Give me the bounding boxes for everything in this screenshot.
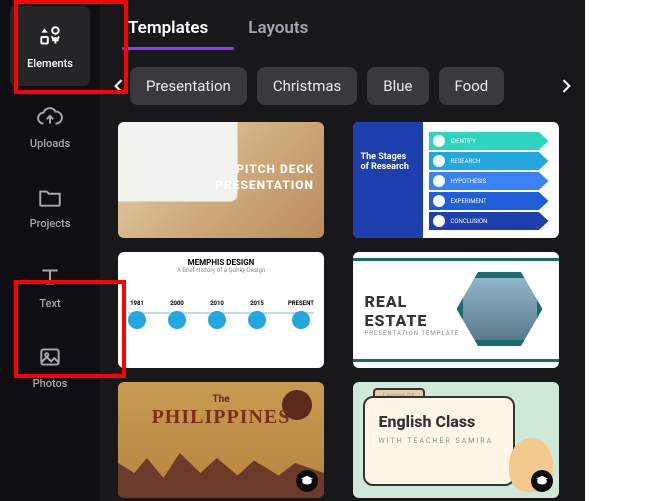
template-philippines[interactable]: The PHILIPPINES [118,382,324,498]
template-sub: WITH TEACHER SAMIRA [379,437,513,445]
graduation-cap-icon [300,474,314,488]
template-english-class[interactable]: Lesson 01 English Class WITH TEACHER SAM… [353,382,559,498]
text-icon [36,263,64,291]
canvas-area[interactable] [585,0,653,501]
template-research-stages[interactable]: The Stages of Research IDENTIFY RESEARCH… [353,122,559,238]
sidebar-item-label: Uploads [30,137,70,150]
chip-christmas[interactable]: Christmas [257,67,357,105]
template-title: PHILIPPINES [118,406,324,429]
template-arrow-stack: IDENTIFY RESEARCH HYPOTHESIS EXPERIMENT … [429,132,549,230]
skyline-graphic [118,448,324,498]
filter-chip-row: Presentation Christmas Blue Food [112,64,573,108]
sidebar-item-text[interactable]: Text [10,246,90,326]
sidebar-item-label: Elements [27,57,73,70]
education-badge [296,470,318,492]
education-badge [531,470,553,492]
projects-icon [36,183,64,211]
chip-scroll: Presentation Christmas Blue Food [112,64,573,108]
uploads-icon [36,103,64,131]
tab-bar: Templates Layouts [100,0,585,50]
sidebar: Elements Uploads Projects Text [0,0,100,501]
chip-blue[interactable]: Blue [367,67,428,105]
chip-next-button[interactable] [553,64,579,108]
template-grid: PITCH DECK PRESENTATION The Stages of Re… [100,108,585,501]
template-subheading: A Brief History of a Quirky Design [118,267,324,274]
sidebar-item-elements[interactable]: Elements [10,6,90,86]
template-title: English Class [379,412,513,431]
template-pretitle: The [118,394,324,405]
template-pitch-deck[interactable]: PITCH DECK PRESENTATION [118,122,324,238]
sidebar-item-label: Projects [30,217,71,230]
panel: Templates Layouts Presentation Christmas… [100,0,585,501]
sidebar-item-uploads[interactable]: Uploads [10,86,90,166]
sidebar-item-projects[interactable]: Projects [10,166,90,246]
chevron-left-icon [109,76,129,96]
graduation-cap-icon [535,474,549,488]
tab-layouts[interactable]: Layouts [248,18,308,50]
sidebar-item-label: Text [39,297,60,310]
tab-templates[interactable]: Templates [128,18,208,50]
sidebar-item-photos[interactable]: Photos [10,326,90,406]
template-title-block: The Stages of Research [353,122,423,238]
chip-prev-button[interactable] [106,64,132,108]
chip-presentation[interactable]: Presentation [130,67,247,105]
sidebar-item-label: Photos [33,377,68,390]
template-timeline[interactable]: MEMPHIS DESIGN A Brief History of a Quir… [118,252,324,368]
template-card: English Class WITH TEACHER SAMIRA [363,396,515,486]
elements-icon [36,23,64,51]
chip-food[interactable]: Food [439,67,505,105]
hex-photo [457,272,543,346]
template-title: REAL ESTATE PRESENTATION TEMPLATE [365,292,460,337]
timeline-points: 1981 2000 2010 2015 PRESENT [128,300,314,329]
photos-icon [36,343,64,371]
chevron-right-icon [556,76,576,96]
template-title: PITCH DECK PRESENTATION [215,162,314,193]
template-real-estate[interactable]: REAL ESTATE PRESENTATION TEMPLATE [353,252,559,368]
template-heading: MEMPHIS DESIGN [118,252,324,267]
